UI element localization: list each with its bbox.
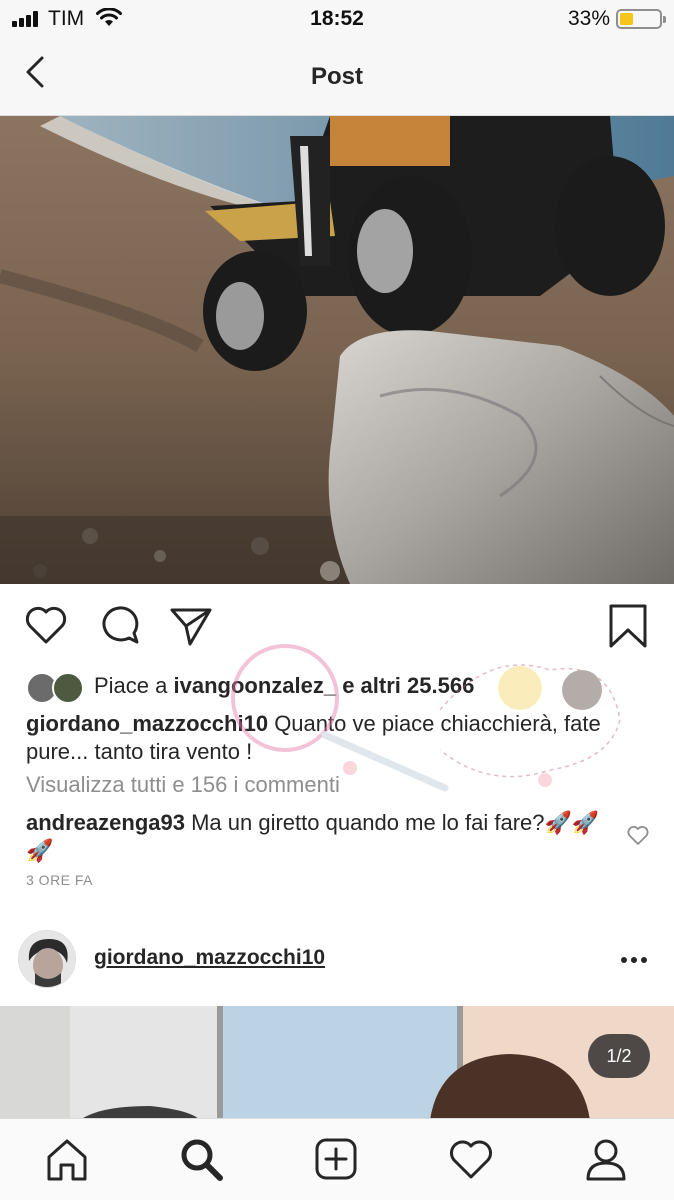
post-caption: giordano_mazzocchi10 Quanto ve piace chi… (26, 710, 656, 766)
battery-fill (620, 13, 633, 25)
likes-prefix: Piace a (94, 673, 174, 698)
comment-like-heart-icon[interactable] (626, 823, 650, 847)
battery-icon (616, 9, 666, 29)
likes-user-link[interactable]: ivangoonzalez_ (174, 673, 337, 698)
likes-count[interactable]: e altri 25.566 (336, 673, 474, 698)
caption-username[interactable]: giordano_mazzocchi10 (26, 711, 268, 736)
profile-icon[interactable] (582, 1135, 630, 1183)
page-title: Post (310, 63, 363, 90)
activity-heart-icon[interactable] (447, 1135, 495, 1183)
post-timestamp: 3 ORE FA (26, 872, 94, 888)
likes-row[interactable]: Piace a ivangoonzalez_ e altri 25.566 (26, 670, 656, 704)
atv-beach-photo (0, 116, 674, 584)
add-icon[interactable] (312, 1135, 360, 1183)
home-icon[interactable] (43, 1135, 91, 1183)
search-icon[interactable] (177, 1135, 225, 1183)
avatar (52, 672, 84, 704)
nav-bar: Post (0, 40, 674, 116)
post-actions (0, 600, 674, 654)
comment-icon[interactable] (95, 600, 143, 650)
likes-text: Piace a ivangoonzalez_ e altri 25.566 (94, 673, 474, 699)
carousel-page-indicator: 1/2 (588, 1034, 650, 1078)
more-icon[interactable] (612, 948, 656, 972)
avatar[interactable] (18, 930, 76, 988)
share-icon[interactable] (166, 600, 214, 650)
post-photo[interactable] (0, 116, 674, 584)
view-all-comments-link[interactable]: Visualizza tutti e 156 i commenti (26, 772, 340, 798)
status-bar: TIM 18:52 33% (0, 0, 674, 40)
next-post-photo[interactable] (0, 1006, 674, 1120)
bookmark-icon[interactable] (604, 600, 652, 650)
comment: andreazenga93 Ma un giretto quando me lo… (26, 809, 616, 865)
post-author-username[interactable]: giordano_mazzocchi10 (94, 946, 325, 970)
tab-bar (0, 1118, 674, 1200)
heart-icon[interactable] (22, 600, 70, 650)
liker-avatars (26, 672, 86, 704)
battery-percent: 33% (567, 7, 610, 30)
comment-username[interactable]: andreazenga93 (26, 810, 185, 835)
